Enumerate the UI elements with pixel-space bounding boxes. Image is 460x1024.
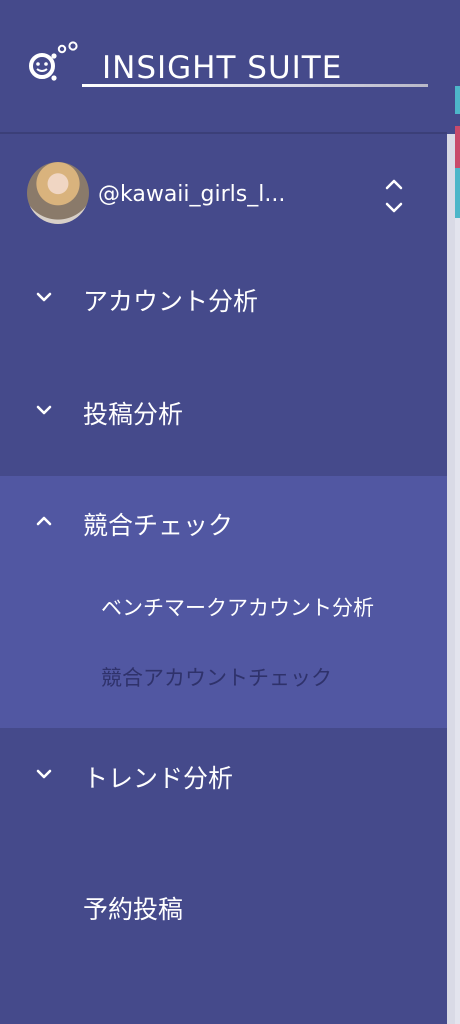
logo-icon xyxy=(29,41,78,81)
submenu-item-benchmark-analysis[interactable]: ベンチマークアカウント分析 xyxy=(101,592,374,622)
avatar xyxy=(27,162,89,224)
accent-bar xyxy=(455,168,460,218)
menu-item-account-analysis[interactable]: アカウント分析 xyxy=(0,268,447,328)
logo-underline xyxy=(82,84,428,87)
chevron-down-icon xyxy=(36,769,52,779)
submenu-item-competitor-account-check[interactable]: 競合アカウントチェック xyxy=(101,662,332,692)
scrollbar[interactable] xyxy=(447,134,455,1024)
accent-bar xyxy=(455,86,460,114)
menu-item-trend-analysis[interactable]: トレンド分析 xyxy=(0,745,447,805)
menu-item-scheduled-post[interactable]: 予約投稿 xyxy=(0,876,447,936)
menu-item-post-analysis[interactable]: 投稿分析 xyxy=(0,381,447,441)
app-logo-text: INSIGHT SUITE xyxy=(102,50,343,86)
chevron-up-down-icon[interactable] xyxy=(381,176,407,216)
account-switcher[interactable]: @kawaii_girls_l... xyxy=(0,150,447,238)
chevron-up-icon xyxy=(36,516,52,526)
accent-bar xyxy=(455,126,460,168)
menu-item-label: 予約投稿 xyxy=(83,895,184,924)
chevron-down-icon xyxy=(36,405,52,415)
sidebar: INSIGHT SUITE @kawaii_girls_l... アカウント分析… xyxy=(0,0,447,1024)
menu-item-label: トレンド分析 xyxy=(83,764,234,793)
menu-item-label: 投稿分析 xyxy=(83,400,184,429)
chevron-down-icon xyxy=(36,292,52,302)
menu-item-label: 競合チェック xyxy=(83,511,234,540)
menu-item-label: アカウント分析 xyxy=(83,287,259,316)
account-handle: @kawaii_girls_l... xyxy=(98,182,286,207)
menu-item-competitor-check[interactable]: 競合チェック xyxy=(0,492,447,552)
sidebar-header: INSIGHT SUITE xyxy=(0,0,447,134)
